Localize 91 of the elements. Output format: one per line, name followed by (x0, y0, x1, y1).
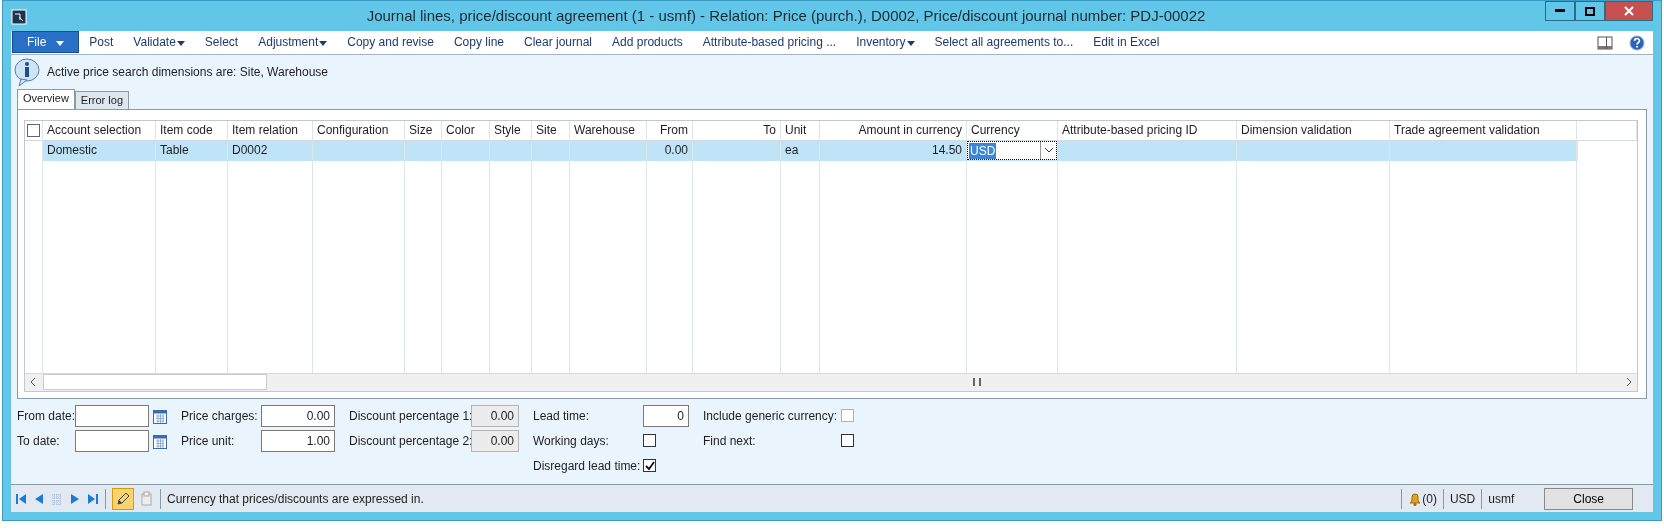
field-label: Price unit: (181, 432, 236, 450)
first-record-icon[interactable] (15, 492, 27, 505)
caret-icon (176, 40, 185, 46)
field-label: From date: (17, 407, 75, 425)
column-header[interactable]: Unit (781, 120, 820, 141)
menu-dropdown[interactable]: Inventory (846, 33, 925, 52)
last-record-icon[interactable] (87, 492, 99, 505)
column-header[interactable]: Trade agreement validation (1390, 120, 1577, 141)
window-title: Journal lines, price/discount agreement (1 - usmf) - Relation: Price (purch.), D0002, Price/discount journal number: PDJ-00022 (365, 5, 1207, 26)
menu-item[interactable]: Clear journal (514, 33, 603, 52)
checkbox[interactable] (841, 434, 854, 448)
tab[interactable]: Overview (17, 88, 75, 109)
table-row[interactable]: Domestic Table D0002 0.00 ea 14.50 USD (43, 140, 1578, 161)
scrollbar-grip-icon (973, 378, 981, 387)
status-help-text: Currency that prices/discounts are expressed in. (167, 490, 425, 508)
column-header[interactable]: Warehouse (570, 120, 647, 141)
field-label: Discount percentage 1: (349, 407, 471, 425)
column-header[interactable]: Item relation (228, 120, 313, 141)
checkbox[interactable] (643, 459, 656, 473)
column-header[interactable]: From (647, 120, 693, 141)
close-icon (1624, 6, 1634, 16)
menu-item[interactable]: Select all agreements to... (924, 33, 1084, 52)
table-cell: ea (781, 140, 820, 161)
menu-dropdown[interactable]: Validate (123, 33, 195, 52)
date-field[interactable] (75, 429, 149, 452)
table-cell: 0.00 (647, 140, 693, 161)
field-label: Price charges: (181, 407, 259, 425)
info-icon (13, 56, 41, 87)
menu-item[interactable]: Post (79, 33, 124, 52)
column-header[interactable]: Item code (156, 120, 228, 141)
close-form-button[interactable]: Close (1544, 487, 1633, 510)
checkbox[interactable] (643, 434, 656, 448)
menu-item[interactable]: Select (194, 33, 249, 52)
column-header[interactable]: Size (405, 120, 442, 141)
close-button[interactable] (1605, 1, 1653, 21)
notification-count[interactable]: (0) (1422, 489, 1437, 508)
date-field[interactable] (75, 404, 149, 427)
field-label: Discount percentage 2: (349, 432, 471, 450)
next-record-icon[interactable] (69, 492, 81, 505)
caret-icon (906, 40, 915, 46)
column-header[interactable]: Site (532, 120, 570, 141)
horizontal-scrollbar[interactable] (25, 372, 1637, 391)
column-header[interactable]: To (693, 120, 781, 141)
column-header[interactable]: Color (442, 120, 490, 141)
menu-dropdown[interactable]: Adjustment (248, 33, 338, 52)
column-header[interactable]: Amount in currency (820, 120, 967, 141)
menu-item[interactable]: Copy line (443, 33, 514, 52)
field-label: Lead time: (533, 407, 591, 425)
menu-item[interactable]: Edit in Excel (1083, 33, 1170, 52)
minimize-button[interactable] (1545, 1, 1575, 21)
column-header[interactable]: Dimension validation (1237, 120, 1390, 141)
field-label: Find next: (703, 432, 757, 450)
header-filler (1577, 120, 1637, 141)
table-cell: Table (156, 140, 228, 161)
number-field[interactable]: 0 (643, 404, 689, 427)
table-cell: D0002 (228, 140, 313, 161)
number-field[interactable]: 1.00 (261, 429, 335, 452)
field-label: Working days: (533, 432, 610, 450)
field-label: Include generic currency: (703, 407, 839, 425)
app-logo-icon (11, 7, 27, 25)
column-header[interactable]: Configuration (313, 120, 405, 141)
minimize-icon (1555, 9, 1565, 13)
select-all-checkbox[interactable] (27, 123, 40, 137)
caret-icon (319, 40, 328, 46)
pencil-icon (115, 490, 131, 507)
column-header[interactable]: Style (490, 120, 532, 141)
field-label: Disregard lead time: (533, 457, 642, 475)
number-field[interactable]: 0.00 (261, 404, 335, 427)
menu-item[interactable]: Attribute-based pricing ... (692, 33, 847, 52)
menu-item[interactable]: Copy and revise (337, 33, 444, 52)
column-header[interactable]: Account selection (43, 120, 156, 141)
previous-record-icon[interactable] (33, 492, 45, 505)
field-label: To date: (17, 432, 61, 450)
company-indicator[interactable]: usmf (1488, 489, 1515, 508)
help-icon[interactable] (1629, 33, 1645, 52)
pane-icon[interactable] (1597, 33, 1613, 52)
caret-icon (56, 40, 65, 46)
dropdown-arrow-icon[interactable] (1040, 141, 1056, 159)
currency-indicator[interactable]: USD (1449, 489, 1476, 508)
maximize-button[interactable] (1575, 1, 1605, 21)
info-message: Active price search dimensions are: Site, Warehouse (47, 63, 328, 81)
tab[interactable]: Error log (74, 90, 130, 109)
column-header[interactable]: Currency (967, 120, 1058, 141)
maximize-icon (1585, 6, 1595, 16)
file-menu-button[interactable]: File (12, 31, 80, 54)
menu-item[interactable]: Add products (602, 33, 693, 52)
edit-mode-toggle[interactable] (112, 487, 134, 510)
notification-bell-icon[interactable] (1408, 491, 1423, 506)
column-header[interactable]: Attribute-based pricing ID (1058, 120, 1237, 141)
scrollbar-thumb[interactable] (43, 374, 267, 391)
table-cell: Domestic (43, 140, 156, 161)
